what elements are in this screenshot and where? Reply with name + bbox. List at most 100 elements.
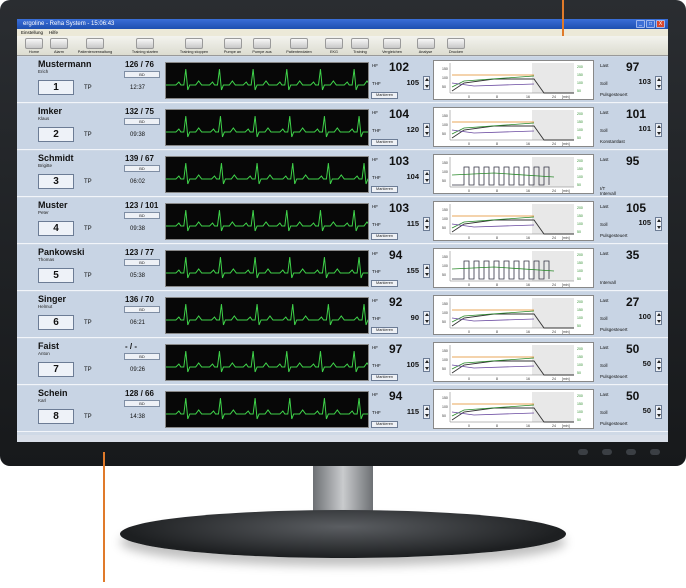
thf-stepper[interactable]: [423, 123, 430, 137]
patient-number-button[interactable]: 1: [38, 80, 74, 95]
patient-number-button[interactable]: 4: [38, 221, 74, 236]
training-time: 14:38: [130, 414, 146, 420]
ecg-panel: [165, 344, 369, 381]
soll-value: 101: [638, 124, 651, 133]
markieren-button[interactable]: Markieren: [371, 233, 398, 240]
heart-rate-value: 94: [389, 389, 403, 403]
bd-button[interactable]: BD: [124, 212, 160, 219]
bd-button[interactable]: BD: [124, 400, 160, 407]
markieren-button[interactable]: Markieren: [371, 421, 398, 428]
toolbar-button-0[interactable]: Home: [20, 36, 48, 54]
toolbar-button-7[interactable]: Patientendaten: [277, 36, 321, 54]
monitor-menu-button[interactable]: [578, 449, 588, 455]
toolbar-button-9[interactable]: Training: [347, 36, 373, 54]
tp-label: TP: [84, 85, 92, 91]
menu-hilfe[interactable]: Hilfe: [49, 29, 58, 36]
patient-number-button[interactable]: 5: [38, 268, 74, 283]
thf-stepper[interactable]: [423, 217, 430, 231]
close-button[interactable]: X: [656, 20, 665, 28]
markieren-button[interactable]: Markieren: [371, 139, 398, 146]
bd-button[interactable]: BD: [124, 71, 160, 78]
toolbar-button-4[interactable]: Training stoppen: [170, 36, 218, 54]
minimize-button[interactable]: _: [636, 20, 645, 28]
soll-stepper[interactable]: [655, 217, 662, 231]
toolbar-button-1[interactable]: Alarm: [48, 36, 70, 54]
bd-button[interactable]: BD: [124, 259, 160, 266]
patient-row: Muster Peter 123 / 101 BD 4 TP 09:38 HF 103 THF 11…: [17, 198, 668, 244]
stage: ergoline - Reha System - 15:06:43 _ □ X …: [0, 0, 686, 588]
blood-pressure: 123 / 101: [125, 201, 159, 210]
markieren-button[interactable]: Markieren: [371, 374, 398, 381]
load-value: 35: [626, 248, 640, 262]
markieren-button[interactable]: Markieren: [371, 186, 398, 193]
patient-name: Faist: [38, 341, 60, 351]
markieren-button[interactable]: Markieren: [371, 280, 398, 287]
monitor-minus-button[interactable]: [602, 449, 612, 455]
svg-text:150: 150: [577, 120, 583, 124]
svg-text:50: 50: [577, 183, 581, 187]
toolbar-button-5[interactable]: Pumpe an: [218, 36, 247, 54]
bd-button[interactable]: BD: [124, 118, 160, 125]
svg-text:24: 24: [552, 283, 556, 287]
monitor-power-button[interactable]: [650, 449, 660, 455]
markieren-button[interactable]: Markieren: [371, 92, 398, 99]
patient-number-button[interactable]: 7: [38, 362, 74, 377]
training-time: 09:38: [130, 132, 146, 138]
maximize-button[interactable]: □: [646, 20, 655, 28]
thf-stepper[interactable]: [423, 264, 430, 278]
heart-rate-value: 103: [389, 154, 410, 168]
thf-stepper[interactable]: [423, 358, 430, 372]
soll-stepper[interactable]: [655, 76, 662, 90]
soll-stepper[interactable]: [655, 123, 662, 137]
patient-row: Faist Anton - / - BD 7 TP 09:26 HF 97 THF 105 Marki…: [17, 339, 668, 385]
svg-text:150: 150: [577, 308, 583, 312]
soll-value: 50: [642, 359, 651, 368]
toolbar-button-12[interactable]: Drucken: [440, 36, 472, 54]
svg-text:100: 100: [577, 410, 583, 414]
load-value: 50: [626, 342, 640, 356]
thf-stepper[interactable]: [423, 311, 430, 325]
soll-stepper[interactable]: [655, 358, 662, 372]
svg-text:[min]: [min]: [562, 142, 570, 146]
patient-first-name: Erich: [38, 69, 49, 74]
toolbar-button-6[interactable]: Pumpe aus: [247, 36, 277, 54]
patient-number-button[interactable]: 6: [38, 315, 74, 330]
toolbar-button-11[interactable]: Analyse: [411, 36, 440, 54]
thf-stepper[interactable]: [423, 170, 430, 184]
toolbar-button-3[interactable]: Training starten: [120, 36, 170, 54]
patient-number-button[interactable]: 3: [38, 174, 74, 189]
thf-stepper[interactable]: [423, 76, 430, 90]
svg-text:8: 8: [496, 283, 498, 287]
window-title: ergoline - Reha System - 15:06:43: [23, 21, 115, 27]
thf-stepper[interactable]: [423, 405, 430, 419]
patient-name: Singer: [38, 294, 67, 304]
patient-number-button[interactable]: 8: [38, 409, 74, 424]
toolbar: Home Alarm Patientenverwaltung Training sta…: [17, 36, 668, 56]
monitor-stand-base: [120, 510, 566, 558]
bd-button[interactable]: BD: [124, 165, 160, 172]
svg-text:100: 100: [442, 123, 448, 127]
alarm-icon: [50, 38, 68, 49]
toolbar-label: Training: [353, 50, 367, 54]
svg-text:0: 0: [468, 283, 470, 287]
training-graph: 150 100 50 200 150 100 50 0 8 16 24 [min…: [433, 201, 594, 241]
soll-stepper[interactable]: [655, 311, 662, 325]
soll-stepper[interactable]: [655, 405, 662, 419]
toolbar-button-8[interactable]: EKG: [321, 36, 347, 54]
bd-button[interactable]: BD: [124, 306, 160, 313]
svg-text:200: 200: [577, 347, 583, 351]
target-heart-rate-value: 90: [410, 313, 419, 322]
markieren-button[interactable]: Markieren: [371, 327, 398, 334]
soll-label: Soll: [600, 222, 608, 227]
toolbar-button-10[interactable]: Vergleichen: [373, 36, 411, 54]
control-mode: Intervall: [600, 280, 616, 285]
svg-text:150: 150: [442, 161, 448, 165]
training-time: 06:02: [130, 179, 146, 185]
toolbar-button-2[interactable]: Patientenverwaltung: [70, 36, 120, 54]
svg-text:100: 100: [442, 264, 448, 268]
monitor-plus-button[interactable]: [626, 449, 636, 455]
menu-einstellung[interactable]: Einstellung: [21, 29, 43, 36]
patient-number-button[interactable]: 2: [38, 127, 74, 142]
bd-button[interactable]: BD: [124, 353, 160, 360]
pump-off-icon: [253, 38, 271, 49]
